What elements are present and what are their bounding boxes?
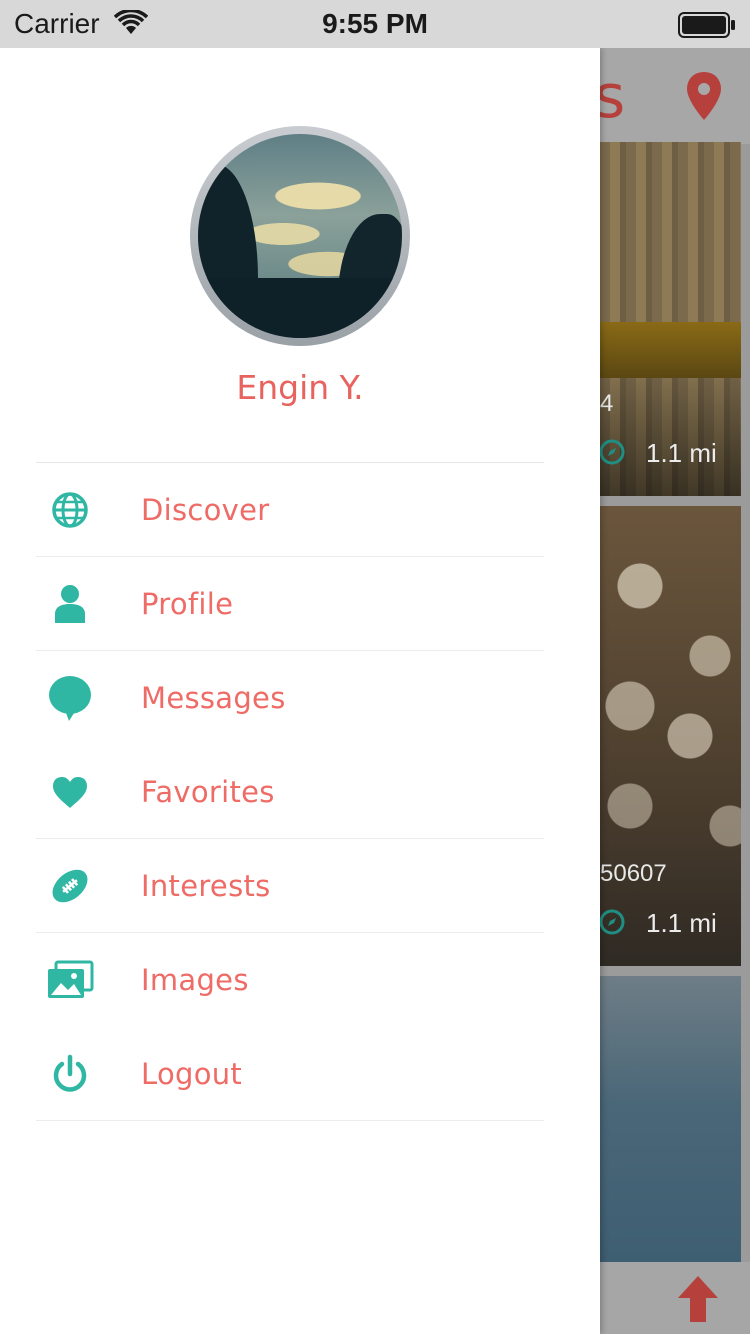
compass-icon — [600, 909, 625, 935]
menu-item-messages[interactable]: Messages — [36, 651, 544, 745]
menu-item-interests[interactable]: Interests — [36, 839, 544, 933]
avatar-photo — [198, 134, 402, 338]
side-drawer: Engin Y. Discover Profile Messages Favor… — [0, 48, 600, 1334]
background-card[interactable]: 4 1.1 mi — [600, 142, 741, 496]
card-distance: 1.1 mi — [646, 438, 717, 468]
images-icon — [46, 956, 94, 1004]
heart-icon — [46, 768, 94, 816]
card-meta: 50607 — [600, 860, 667, 887]
football-icon — [46, 862, 94, 910]
status-time: 9:55 PM — [322, 8, 428, 39]
menu-label: Favorites — [141, 774, 275, 809]
battery-icon — [678, 12, 735, 38]
location-pin-icon[interactable] — [684, 70, 724, 122]
menu-item-discover[interactable]: Discover — [36, 463, 544, 557]
menu-label: Images — [141, 962, 249, 997]
up-arrow-icon[interactable] — [676, 1274, 720, 1324]
menu-label: Messages — [141, 680, 286, 715]
menu-item-images[interactable]: Images — [36, 933, 544, 1027]
person-icon — [46, 580, 94, 628]
menu-label: Profile — [141, 586, 234, 621]
avatar[interactable] — [190, 126, 410, 346]
drawer-menu: Discover Profile Messages Favorites Inte… — [36, 462, 544, 1121]
background-card[interactable] — [600, 976, 741, 1262]
status-bar: Carrier 9:55 PM — [0, 0, 750, 48]
background-card[interactable]: 50607 1.1 mi — [600, 506, 741, 966]
menu-label: Interests — [141, 868, 271, 903]
menu-item-profile[interactable]: Profile — [36, 557, 544, 651]
menu-item-favorites[interactable]: Favorites — [36, 745, 544, 839]
menu-item-logout[interactable]: Logout — [36, 1027, 544, 1121]
card-meta: 4 — [600, 390, 614, 417]
chat-bubble-icon — [46, 674, 94, 722]
card-distance: 1.1 mi — [646, 908, 717, 938]
power-icon — [46, 1050, 94, 1098]
compass-icon — [600, 439, 625, 465]
menu-label: Logout — [141, 1056, 243, 1091]
user-name: Engin Y. — [236, 368, 364, 407]
menu-label: Discover — [141, 492, 270, 527]
globe-icon — [46, 486, 94, 534]
background-footer — [600, 1262, 750, 1334]
